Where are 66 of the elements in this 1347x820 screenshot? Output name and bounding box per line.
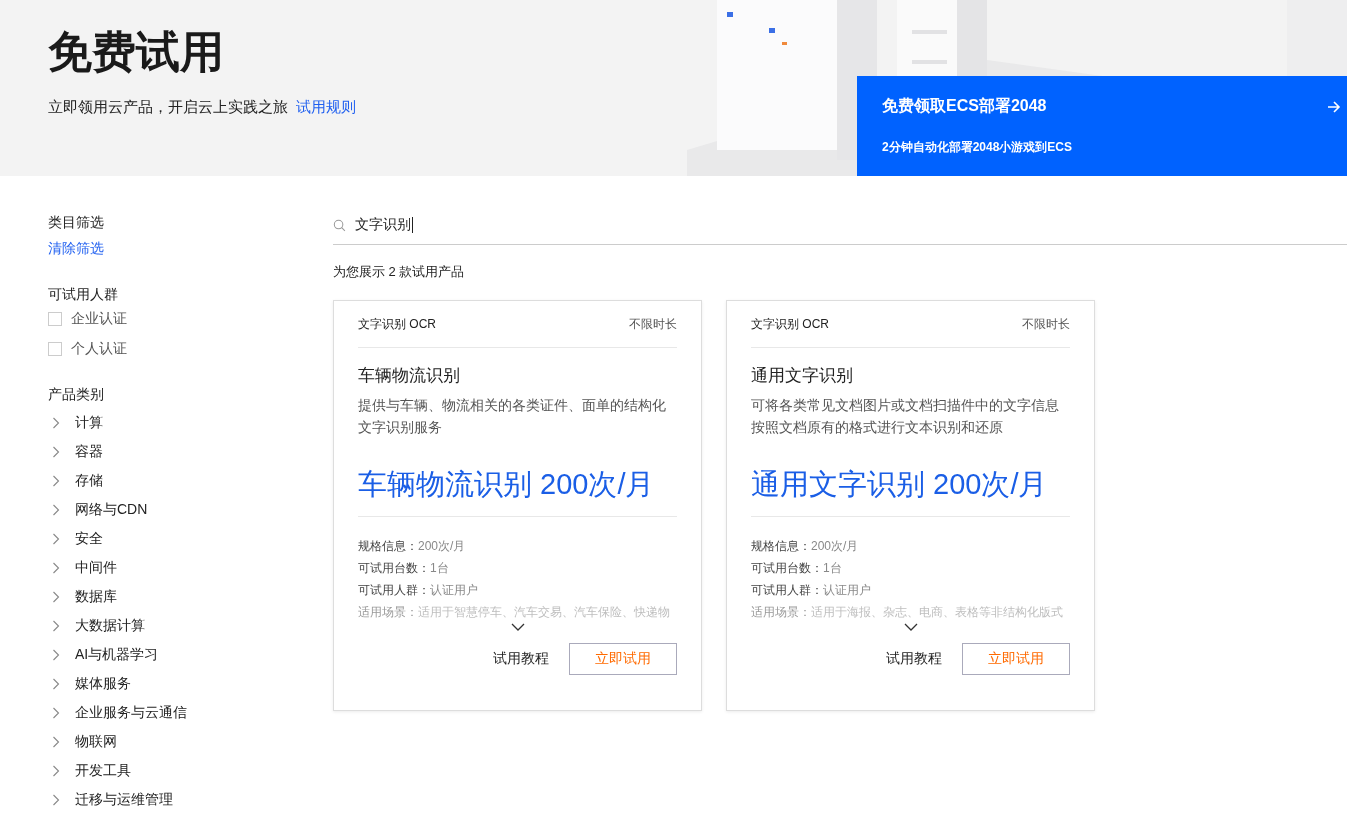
chevron-icon[interactable] xyxy=(52,474,60,487)
promo-title: 免费领取ECS部署2048 xyxy=(882,96,1047,116)
chevron-icon[interactable] xyxy=(52,706,60,719)
category-item[interactable]: 大数据计算 xyxy=(75,616,145,635)
category-item[interactable]: 存储 xyxy=(75,471,103,490)
subtitle: 立即领用云产品，开启云上实践之旅 xyxy=(48,98,288,117)
category-item[interactable]: 迁移与运维管理 xyxy=(75,790,173,809)
product-category: 文字识别 OCR xyxy=(751,315,829,333)
chevron-icon[interactable] xyxy=(52,648,60,661)
checkbox[interactable] xyxy=(48,342,62,356)
product-name: 车辆物流识别 xyxy=(358,365,461,387)
expand-chevron-icon[interactable] xyxy=(903,623,918,631)
category-item[interactable]: 企业服务与云通信 xyxy=(75,703,187,722)
category-item[interactable]: AI与机器学习 xyxy=(75,645,159,664)
section-heading: 产品类别 xyxy=(48,385,105,404)
chevron-icon[interactable] xyxy=(52,735,60,748)
chevron-icon[interactable] xyxy=(52,445,60,458)
spec-line: 规格信息：200次/月 xyxy=(358,538,467,555)
tutorial-link[interactable]: 试用教程 xyxy=(886,650,942,668)
offer-title: 通用文字识别 200次/月 xyxy=(751,464,1070,517)
promo-subtitle: 2分钟自动化部署2048小游戏到ECS xyxy=(882,139,1073,156)
product-description: 提供与车辆、物流相关的各类证件、面单的结构化文字识别服务 xyxy=(358,396,667,437)
spec-line: 可试用人群：认证用户 xyxy=(358,582,479,599)
category-item[interactable]: 物联网 xyxy=(75,732,117,751)
trial-duration: 不限时长 xyxy=(1022,315,1070,333)
search-icon xyxy=(333,218,346,232)
product-name: 通用文字识别 xyxy=(751,365,854,387)
checkbox-label: 个人认证 xyxy=(71,340,127,358)
spec-line: 规格信息：200次/月 xyxy=(751,538,860,555)
chevron-icon[interactable] xyxy=(52,677,60,690)
section-heading: 可试用人群 xyxy=(48,285,119,304)
chevron-icon[interactable] xyxy=(52,532,60,545)
chevron-icon[interactable] xyxy=(52,764,60,777)
category-item[interactable]: 安全 xyxy=(75,529,103,548)
chevron-icon[interactable] xyxy=(52,561,60,574)
category-item[interactable]: 中间件 xyxy=(75,558,117,577)
expand-chevron-icon[interactable] xyxy=(510,623,525,631)
category-item[interactable]: 计算 xyxy=(75,413,103,432)
chevron-icon[interactable] xyxy=(52,619,60,632)
rules-link[interactable]: 试用规则 xyxy=(296,98,356,117)
product-category: 文字识别 OCR xyxy=(358,315,436,333)
page-title: 免费试用 xyxy=(48,26,225,78)
category-item[interactable]: 数据库 xyxy=(75,587,117,606)
trial-duration: 不限时长 xyxy=(629,315,677,333)
spec-line: 可试用台数：1台 xyxy=(751,560,843,577)
spec-line: 可试用台数：1台 xyxy=(358,560,450,577)
chevron-icon[interactable] xyxy=(52,416,60,429)
category-item[interactable]: 容器 xyxy=(75,442,103,461)
search-field[interactable]: 文字识别 xyxy=(333,206,1347,245)
result-count: 为您展示 2 款试用产品 xyxy=(333,263,466,281)
checkbox-label: 企业认证 xyxy=(71,310,127,328)
category-item[interactable]: 开发工具 xyxy=(75,761,131,780)
category-item[interactable]: 媒体服务 xyxy=(75,674,131,693)
tutorial-link[interactable]: 试用教程 xyxy=(493,650,549,668)
category-item[interactable]: 网络与CDN xyxy=(75,500,148,519)
promo-banner[interactable]: 免费领取ECS部署2048 2分钟自动化部署2048小游戏到ECS xyxy=(857,76,1347,176)
spec-line: 可试用人群：认证用户 xyxy=(751,582,872,599)
offer-title: 车辆物流识别 200次/月 xyxy=(358,464,677,517)
product-description: 可将各类常见文档图片或文档扫描件中的文字信息按照文档原有的格式进行文本识别和还原 xyxy=(751,396,1060,437)
filter-heading: 类目筛选 xyxy=(48,213,105,232)
chevron-icon[interactable] xyxy=(52,590,60,603)
clear-filter-link[interactable]: 清除筛选 xyxy=(48,238,104,258)
chevron-icon[interactable] xyxy=(52,503,60,516)
checkbox[interactable] xyxy=(48,312,62,326)
arrow-right-icon xyxy=(1327,99,1341,114)
chevron-icon[interactable] xyxy=(52,793,60,806)
